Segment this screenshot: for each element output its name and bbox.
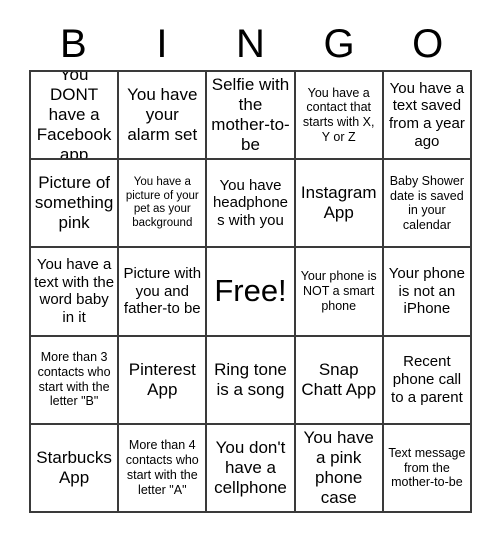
bingo-cell[interactable]: You DONT have a Facebook app — [31, 72, 120, 161]
bingo-cell-label: Baby Shower date is saved in your calend… — [389, 173, 465, 233]
bingo-header-letter-b: B — [59, 22, 87, 66]
bingo-cell-free[interactable]: Free! — [207, 248, 296, 337]
bingo-cell[interactable]: Text message from the mother-to-be — [383, 424, 472, 513]
bingo-cell[interactable]: Selfie with the mother-to-be — [207, 72, 296, 161]
bingo-cell-label: Your phone is NOT a smart phone — [300, 269, 377, 313]
bingo-cell[interactable]: You don't have a cellphone — [207, 424, 296, 513]
bingo-card: B I N G O You DONT have a Facebook app Yo… — [0, 0, 500, 544]
bingo-cell[interactable]: Pinterest App — [119, 336, 208, 425]
bingo-cell-label: You have headphones with you — [212, 176, 289, 230]
bingo-cell[interactable]: Picture with you and father-to be — [119, 248, 208, 337]
bingo-cell[interactable]: You have a pink phone case — [295, 424, 384, 513]
bingo-cell-label: You have a picture of your pet as your b… — [125, 176, 199, 229]
bingo-cell-label: Text message from the mother-to-be — [388, 445, 466, 490]
bingo-header-letter-o: O — [412, 22, 444, 66]
bingo-cell-label: More than 4 contacts who start with the … — [125, 438, 199, 497]
bingo-cell-label: Starbucks App — [36, 447, 112, 487]
bingo-cell-label: Ring tone is a song — [214, 359, 287, 399]
bingo-cell-label: Picture with you and father-to be — [123, 264, 202, 318]
bingo-cell-label: Selfie with the mother-to-be — [211, 75, 290, 155]
bingo-cell[interactable]: Starbucks App — [31, 424, 120, 513]
bingo-cell-label: Recent phone call to a parent — [391, 353, 463, 406]
bingo-cell-label: You don't have a cellphone — [214, 437, 287, 497]
bingo-cell[interactable]: More than 4 contacts who start with the … — [119, 424, 208, 513]
bingo-cell[interactable]: You have your alarm set — [119, 72, 208, 161]
bingo-header-letter-i: I — [156, 22, 168, 66]
bingo-cell-label: Your phone is not an iPhone — [388, 264, 465, 318]
bingo-cell[interactable]: Ring tone is a song — [207, 336, 296, 425]
bingo-cell[interactable]: You have a text with the word baby in it — [31, 248, 120, 337]
bingo-cell-label: Instagram App — [300, 183, 377, 223]
bingo-cell[interactable]: Picture of something pink — [31, 160, 120, 249]
bingo-cell-label: You have a contact that starts with X, Y… — [302, 85, 375, 144]
bingo-header-letter-g: G — [323, 22, 355, 66]
bingo-cell[interactable]: Snap Chatt App — [295, 336, 384, 425]
bingo-cell[interactable]: You have headphones with you — [207, 160, 296, 249]
bingo-cell-label: You have your alarm set — [127, 85, 198, 145]
bingo-cell-label: Free! — [214, 273, 287, 309]
bingo-cell-label: Pinterest App — [128, 359, 196, 399]
bingo-cell-label: More than 3 contacts who start with the … — [37, 350, 111, 409]
bingo-cell-label: You have a pink phone case — [303, 427, 374, 507]
bingo-header-letter-n: N — [236, 22, 265, 66]
bingo-grid: You DONT have a Facebook app You have you… — [29, 70, 472, 513]
bingo-cell[interactable]: Baby Shower date is saved in your calend… — [383, 160, 472, 249]
bingo-cell[interactable]: Instagram App — [295, 160, 384, 249]
bingo-cell-label: You have a text with the word baby in it — [34, 256, 115, 327]
bingo-cell[interactable]: Recent phone call to a parent — [383, 336, 472, 425]
bingo-cell[interactable]: You have a text saved from a year ago — [383, 72, 472, 161]
bingo-cell-label: You DONT have a Facebook app — [36, 72, 112, 161]
bingo-cell[interactable]: Your phone is NOT a smart phone — [295, 248, 384, 337]
bingo-cell[interactable]: Your phone is not an iPhone — [383, 248, 472, 337]
bingo-cell-label: Picture of something pink — [34, 173, 114, 233]
bingo-cell[interactable]: More than 3 contacts who start with the … — [31, 336, 120, 425]
bingo-header-row: B I N G O — [29, 18, 472, 70]
bingo-cell[interactable]: You have a picture of your pet as your b… — [119, 160, 208, 249]
bingo-cell-label: Snap Chatt App — [301, 359, 377, 399]
bingo-cell-label: You have a text saved from a year ago — [388, 79, 465, 150]
bingo-cell[interactable]: You have a contact that starts with X, Y… — [295, 72, 384, 161]
